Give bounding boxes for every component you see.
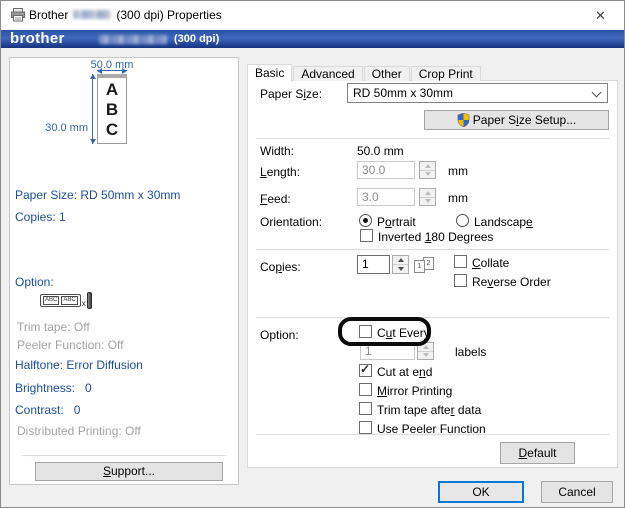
paper-size-value: RD 50mm x 30mm	[353, 86, 453, 100]
length-input: 30.0	[357, 161, 415, 179]
stepper-up-icon	[393, 256, 408, 264]
label-preview-sample-text: A B C	[98, 80, 126, 140]
summary-trim-tape: Trim tape: Off	[17, 320, 90, 334]
orientation-label: Orientation:	[260, 215, 322, 229]
tab-advanced[interactable]: Advanced	[293, 66, 362, 81]
length-unit: mm	[448, 164, 468, 178]
feed-stepper	[419, 188, 436, 206]
summary-distributed-printing: Distributed Printing: Off	[17, 424, 141, 438]
collate-label[interactable]: Collate	[472, 256, 509, 270]
cut-every-checkbox[interactable]	[359, 325, 372, 338]
section-separator-3	[256, 317, 609, 318]
cut-at-end-checkbox[interactable]	[359, 364, 372, 377]
cut-every-count-stepper	[417, 342, 434, 360]
section-separator-2	[256, 249, 609, 250]
portrait-radio-label[interactable]: Portrait	[377, 215, 416, 229]
feed-input: 3.0	[357, 188, 415, 206]
summary-peeler-function: Peeler Function: Off	[17, 338, 124, 352]
paper-size-dropdown[interactable]: RD 50mm x 30mm	[347, 83, 608, 103]
paper-size-label: Paper Size:	[260, 87, 322, 101]
tab-crop-print[interactable]: Crop Print	[411, 66, 481, 81]
trim-tape-after-data-label[interactable]: Trim tape after data	[377, 403, 481, 417]
basic-tab-panel: Paper Size: RD 50mm x 30mm Paper Size Se…	[247, 80, 618, 468]
landscape-radio-label[interactable]: Landscape	[474, 215, 533, 229]
mirror-printing-label[interactable]: Mirror Printing	[377, 384, 452, 398]
feed-unit: mm	[448, 191, 468, 205]
summary-paper-size: Paper Size: RD 50mm x 30mm	[15, 188, 180, 202]
stepper-up-icon	[420, 162, 435, 170]
width-value: 50.0 mm	[357, 144, 404, 158]
summary-halftone: Halftone: Error Diffusion	[15, 358, 143, 372]
ok-button[interactable]: OK	[438, 481, 524, 503]
cut-option-labels-icon: ABCABC	[40, 294, 81, 307]
cut-every-labels-suffix: labels	[455, 345, 486, 359]
tab-other[interactable]: Other	[364, 66, 410, 81]
brother-logo: brother	[10, 31, 65, 47]
height-arrow-icon	[92, 74, 93, 144]
cutter-blade-icon	[87, 292, 92, 309]
trim-tape-after-data-checkbox[interactable]	[359, 402, 372, 415]
inverted-180-label[interactable]: Inverted 180 Degrees	[378, 230, 493, 244]
default-button[interactable]: Default	[500, 442, 575, 464]
close-button[interactable]: ✕	[578, 2, 623, 29]
cut-option-x: x	[82, 299, 86, 308]
preview-height-dimension: 30.0 mm	[20, 122, 88, 134]
tab-strip: Basic Advanced Other Crop Print	[247, 63, 482, 81]
label-preview: A B C	[97, 74, 127, 144]
stepper-down-icon	[420, 170, 435, 179]
uac-shield-icon	[457, 113, 470, 127]
redacted-model-name-banner	[99, 35, 167, 44]
cancel-button[interactable]: Cancel	[541, 481, 613, 503]
copies-stepper[interactable]	[392, 255, 409, 274]
cut-every-label[interactable]: Cut Every	[377, 326, 430, 340]
chevron-down-icon	[592, 88, 602, 98]
collate-page-1: 1	[414, 260, 425, 273]
support-separator	[22, 455, 226, 456]
length-label: Length:	[260, 165, 300, 179]
paper-size-setup-button[interactable]: Paper Size Setup...	[424, 110, 609, 130]
width-label: Width:	[260, 144, 294, 158]
portrait-radio[interactable]	[359, 214, 372, 227]
window-title: Brother(300 dpi) Properties	[29, 1, 222, 29]
mirror-printing-checkbox[interactable]	[359, 383, 372, 396]
collate-checkbox[interactable]	[454, 255, 467, 268]
stepper-up-icon	[418, 343, 433, 351]
printer-icon	[10, 7, 26, 23]
redacted-model-name	[73, 10, 111, 19]
option-label: Option:	[260, 328, 299, 342]
copies-label: Copies:	[260, 260, 301, 274]
banner-dpi-text: (300 dpi)	[174, 30, 219, 48]
summary-option: Option:	[15, 275, 54, 289]
settings-summary-panel: 50.0 mm 30.0 mm A B C Paper Size: RD 50m…	[9, 57, 239, 485]
title-bar: Brother(300 dpi) Properties ✕	[1, 1, 624, 29]
stepper-down-icon	[418, 351, 433, 360]
summary-contrast: Contrast: 0	[15, 403, 80, 417]
cut-option-icon: ABCABC x	[40, 290, 92, 310]
copies-input[interactable]: 1	[357, 255, 390, 274]
section-separator-1	[256, 138, 609, 139]
use-peeler-function-checkbox[interactable]	[359, 421, 372, 434]
width-arrow-icon	[97, 70, 127, 71]
cut-at-end-label[interactable]: Cut at end	[377, 365, 432, 379]
stepper-down-icon	[420, 197, 435, 206]
collate-pages-icon: 2 1	[414, 257, 436, 274]
stepper-down-icon	[393, 264, 408, 273]
summary-copies: Copies: 1	[15, 210, 66, 224]
paper-size-setup-label: Paper Size Setup...	[473, 113, 576, 127]
stepper-up-icon	[420, 189, 435, 197]
feed-label: Feed:	[260, 192, 291, 206]
summary-brightness: Brightness: 0	[15, 381, 92, 395]
section-separator-4	[256, 434, 609, 435]
cut-every-count-input: 1	[360, 342, 415, 360]
tab-basic[interactable]: Basic	[247, 64, 292, 82]
support-button[interactable]: Support...	[35, 462, 223, 481]
printer-properties-dialog: Brother(300 dpi) Properties ✕ brother (3…	[0, 0, 625, 508]
inverted-180-checkbox[interactable]	[360, 229, 373, 242]
reverse-order-label[interactable]: Reverse Order	[472, 275, 551, 289]
brand-banner: brother (300 dpi)	[1, 30, 624, 48]
length-stepper	[419, 161, 436, 179]
landscape-radio[interactable]	[456, 214, 469, 227]
reverse-order-checkbox[interactable]	[454, 274, 467, 287]
